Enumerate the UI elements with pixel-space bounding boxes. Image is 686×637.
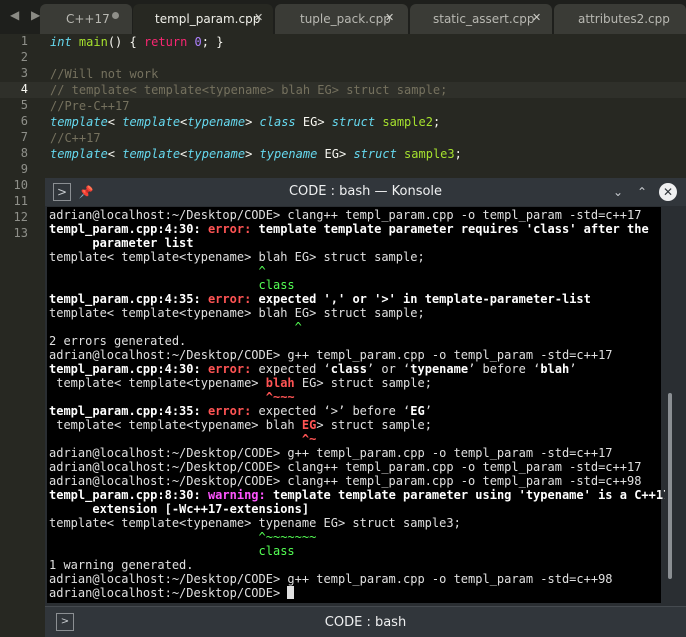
tab-templ-param[interactable]: templ_param.cpp ✕ (133, 4, 273, 34)
terminal-line: template< template<typename> blah EG> st… (49, 250, 425, 264)
line-number: 5 (20, 98, 28, 112)
terminal-line: templ_param.cpp:4:35: error: expected ‘>… (49, 404, 432, 418)
terminal-line: template< template<typename> blah EG> st… (49, 306, 425, 320)
close-tab-icon[interactable]: ✕ (254, 11, 263, 24)
terminal-output[interactable]: adrian@localhost:~/Desktop/CODE> clang++… (47, 207, 670, 603)
terminal-scrollbar[interactable] (665, 207, 675, 603)
terminal-line: extension [-Wc++17-extensions] (49, 502, 310, 516)
code-line: //Will not work (50, 67, 159, 81)
terminal-line: adrian@localhost:~/Desktop/CODE> g++ tem… (49, 348, 613, 362)
scrollbar-thumb[interactable] (668, 393, 672, 579)
session-tab-label[interactable]: CODE : bash (45, 615, 686, 630)
terminal-line: ^~~~~~~~ (49, 530, 317, 544)
tab-tuple-pack[interactable]: tuple_pack.cpp ✕ (275, 4, 408, 34)
text-cursor (287, 586, 295, 599)
tab-label: templ_param.cpp (155, 12, 261, 26)
line-number: 4 (20, 82, 28, 96)
line-number: 13 (13, 226, 28, 240)
close-tab-icon[interactable]: ✕ (385, 11, 394, 24)
line-number: 10 (13, 178, 28, 192)
tab-static-assert[interactable]: static_assert.cpp ✕ (410, 4, 552, 34)
terminal-line: template< template<typename> blah EG> st… (49, 376, 432, 390)
konsole-titlebar[interactable]: > 📌 CODE : bash — Konsole ⌄ ⌃ ✕ (45, 178, 686, 206)
unsaved-dot-icon (112, 12, 119, 19)
line-number: 8 (20, 146, 28, 160)
konsole-title: CODE : bash — Konsole (288, 184, 443, 199)
terminal-line: templ_param.cpp:8:30: warning: template … (49, 488, 671, 502)
editor-tab-bar: ◀ ▶ C++17 templ_param.cpp ✕ tuple_pack.c… (0, 0, 686, 34)
terminal-line: parameter list (49, 236, 194, 250)
tab-label: tuple_pack.cpp (300, 12, 391, 26)
maximize-icon[interactable]: ⌃ (633, 183, 651, 201)
terminal-line: template< template<typename> blah EG> st… (49, 418, 432, 432)
code-line: template< template<typename> typename EG… (50, 147, 462, 161)
line-number: 7 (20, 130, 28, 144)
terminal-line: ^~ (49, 432, 317, 446)
terminal-line: ^ (49, 264, 266, 278)
line-number: 3 (20, 66, 28, 80)
minimize-icon[interactable]: ⌄ (609, 183, 627, 201)
line-number: 2 (20, 50, 28, 64)
terminal-line: adrian@localhost:~/Desktop/CODE> g++ tem… (49, 446, 613, 460)
code-line: int main() { return 0; } (50, 35, 224, 49)
code-line: // template< template<typename> blah EG>… (50, 83, 448, 97)
terminal-line: template< template<typename> typename EG… (49, 516, 461, 530)
tab-label: attributes2.cpp (578, 12, 670, 26)
tab-label: C++17 (66, 12, 110, 26)
line-number: 11 (13, 194, 28, 208)
terminal-line: adrian@localhost:~/Desktop/CODE> g++ tem… (49, 572, 613, 586)
terminal-line: ^ (49, 320, 302, 334)
line-number: 12 (13, 210, 28, 224)
code-line: //C++17 (50, 131, 101, 145)
line-number: 9 (20, 162, 28, 176)
terminal-line: templ_param.cpp:4:35: error: expected ',… (49, 292, 591, 306)
tab-cpp17[interactable]: C++17 (40, 4, 132, 34)
konsole-tabbar: > CODE : bash (45, 606, 686, 637)
terminal-line: adrian@localhost:~/Desktop/CODE> (49, 586, 295, 600)
code-line: //Pre-C++17 (50, 99, 130, 113)
terminal-line: ^~~~ (49, 390, 295, 404)
tab-label: static_assert.cpp (433, 12, 535, 26)
tab-attributes2[interactable]: attributes2.cpp (554, 4, 686, 34)
code-line: template< template<typename> class EG> s… (50, 115, 441, 129)
terminal-line: templ_param.cpp:4:30: error: template te… (49, 222, 649, 236)
line-number: 1 (20, 34, 28, 48)
terminal-line: adrian@localhost:~/Desktop/CODE> clang++… (49, 474, 642, 488)
line-number: 6 (20, 114, 28, 128)
terminal-line: class (49, 544, 295, 558)
konsole-window: > 📌 CODE : bash — Konsole ⌄ ⌃ ✕ adrian@l… (45, 178, 686, 637)
terminal-line: adrian@localhost:~/Desktop/CODE> clang++… (49, 208, 642, 222)
terminal-line: adrian@localhost:~/Desktop/CODE> clang++… (49, 460, 642, 474)
terminal-line: 2 errors generated. (49, 334, 187, 348)
close-icon[interactable]: ✕ (659, 183, 677, 201)
terminal-line: class (49, 278, 295, 292)
close-tab-icon[interactable]: ✕ (532, 11, 541, 24)
terminal-line: templ_param.cpp:4:30: error: expected ‘c… (49, 362, 577, 376)
terminal-line: 1 warning generated. (49, 558, 194, 572)
